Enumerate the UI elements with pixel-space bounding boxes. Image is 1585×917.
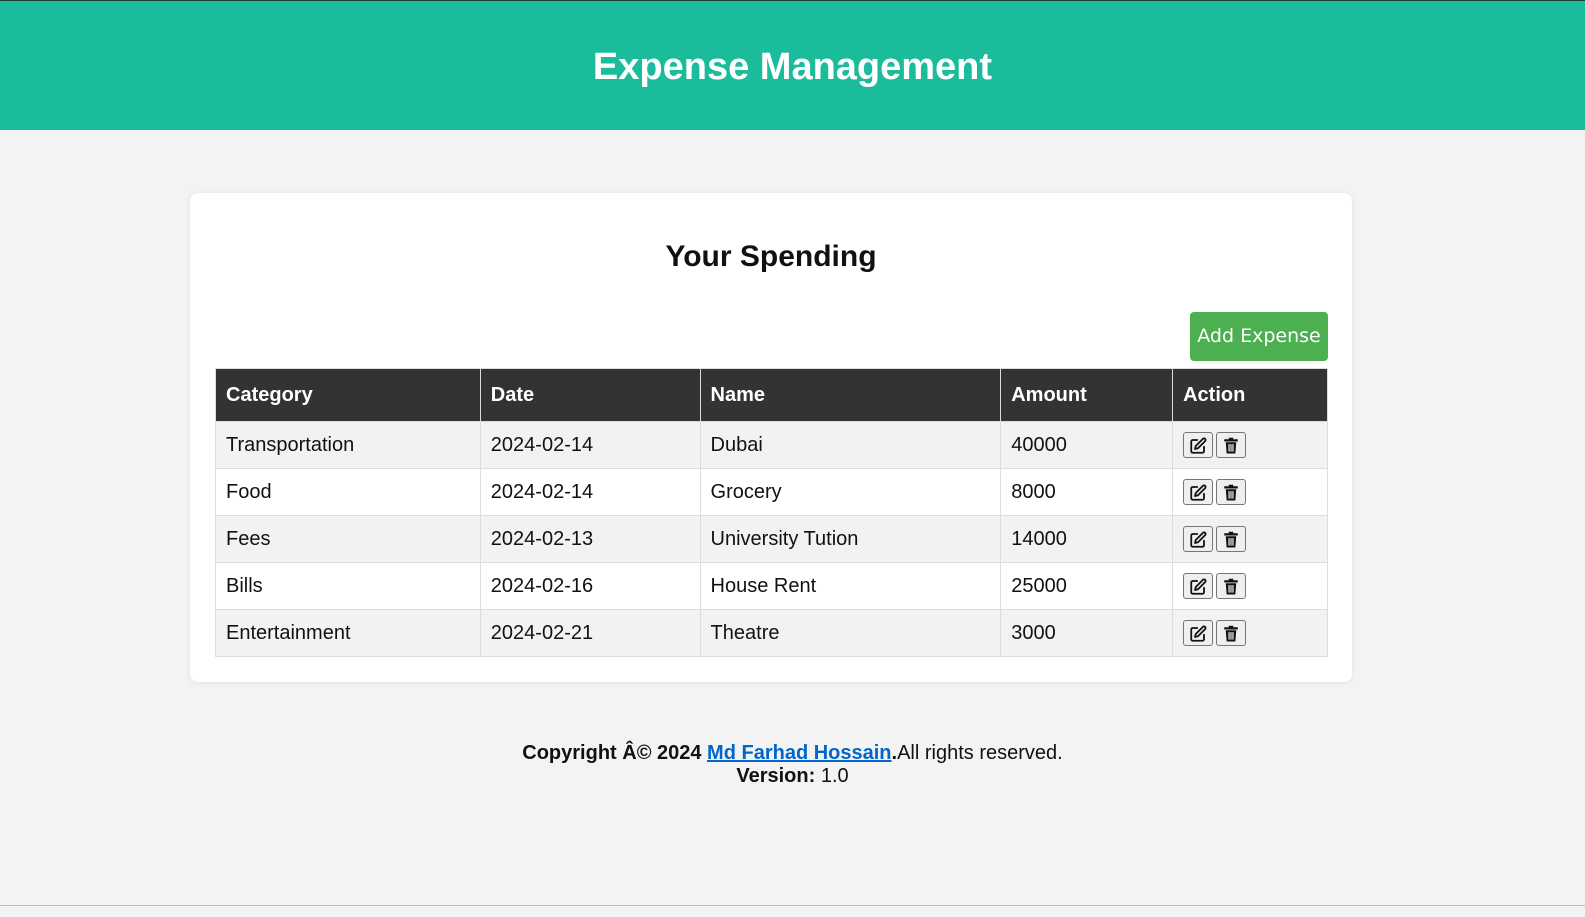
trash-icon (1224, 484, 1238, 501)
cell-name: Dubai (699, 421, 1002, 469)
table-header-row: Category Date Name Amount Action (215, 368, 1328, 422)
app-title: Expense Management (592, 46, 993, 88)
table-row: Food 2024-02-14 Grocery 8000 (215, 468, 1328, 516)
column-header-date: Date (479, 368, 701, 422)
cell-category: Food (215, 468, 481, 516)
delete-button[interactable] (1216, 573, 1247, 599)
trash-icon (1224, 625, 1238, 642)
edit-button[interactable] (1183, 620, 1214, 646)
table-row: Transportation 2024-02-14 Dubai 40000 (215, 421, 1328, 469)
edit-button[interactable] (1183, 573, 1214, 599)
column-header-category: Category (215, 368, 481, 422)
column-header-amount: Amount (1000, 368, 1174, 422)
copyright-line: Copyright Â© 2024 Md Farhad Hossain.All … (0, 742, 1585, 765)
column-header-action: Action (1172, 368, 1328, 422)
cell-date: 2024-02-13 (479, 515, 701, 563)
spending-card: Your Spending Add Expense Category Date … (190, 193, 1352, 682)
cell-action (1172, 468, 1328, 516)
cell-action (1172, 609, 1328, 657)
footer: Copyright Â© 2024 Md Farhad Hossain.All … (0, 742, 1585, 788)
edit-button[interactable] (1183, 432, 1214, 458)
table-row: Bills 2024-02-16 House Rent 25000 (215, 562, 1328, 610)
delete-button[interactable] (1216, 620, 1247, 646)
edit-icon (1190, 437, 1207, 454)
cell-name: Theatre (699, 609, 1002, 657)
cell-name: Grocery (699, 468, 1002, 516)
cell-name: House Rent (699, 562, 1002, 610)
edit-icon (1190, 484, 1207, 501)
cell-date: 2024-02-14 (479, 468, 701, 516)
cell-date: 2024-02-14 (479, 421, 701, 469)
version-label: Version: (736, 765, 816, 787)
cell-action (1172, 562, 1328, 610)
cell-name: University Tution (699, 515, 1002, 563)
page-title: Your Spending (665, 240, 877, 273)
cell-amount: 14000 (1000, 515, 1174, 563)
edit-button[interactable] (1183, 479, 1214, 505)
cell-date: 2024-02-21 (479, 609, 701, 657)
rights-text: All rights reserved. (897, 742, 1063, 764)
trash-icon (1224, 531, 1238, 548)
cell-date: 2024-02-16 (479, 562, 701, 610)
delete-button[interactable] (1216, 479, 1247, 505)
cell-amount: 3000 (1000, 609, 1174, 657)
column-header-name: Name (699, 368, 1002, 422)
edit-icon (1190, 578, 1207, 595)
cell-action (1172, 515, 1328, 563)
cell-category: Transportation (215, 421, 481, 469)
cell-category: Fees (215, 515, 481, 563)
version-value: 1.0 (815, 765, 849, 787)
table-row: Fees 2024-02-13 University Tution 14000 (215, 515, 1328, 563)
expenses-table: Category Date Name Amount Action Transpo… (215, 368, 1328, 657)
cell-category: Entertainment (215, 609, 481, 657)
app-header: Expense Management (0, 0, 1585, 130)
edit-button[interactable] (1183, 526, 1214, 552)
delete-button[interactable] (1216, 432, 1247, 458)
cell-amount: 40000 (1000, 421, 1174, 469)
trash-icon (1224, 578, 1238, 595)
copyright-prefix: Copyright Â© 2024 (522, 742, 708, 764)
cell-amount: 25000 (1000, 562, 1174, 610)
table-row: Entertainment 2024-02-21 Theatre 3000 (215, 609, 1328, 657)
delete-button[interactable] (1216, 526, 1247, 552)
cell-action (1172, 421, 1328, 469)
trash-icon (1224, 437, 1238, 454)
add-expense-button[interactable]: Add Expense (1190, 312, 1328, 361)
edit-icon (1190, 625, 1207, 642)
cell-category: Bills (215, 562, 481, 610)
edit-icon (1190, 531, 1207, 548)
bottom-divider (0, 905, 1585, 906)
author-link[interactable]: Md Farhad Hossain (707, 742, 891, 764)
cell-amount: 8000 (1000, 468, 1174, 516)
version-line: Version: 1.0 (0, 765, 1585, 788)
